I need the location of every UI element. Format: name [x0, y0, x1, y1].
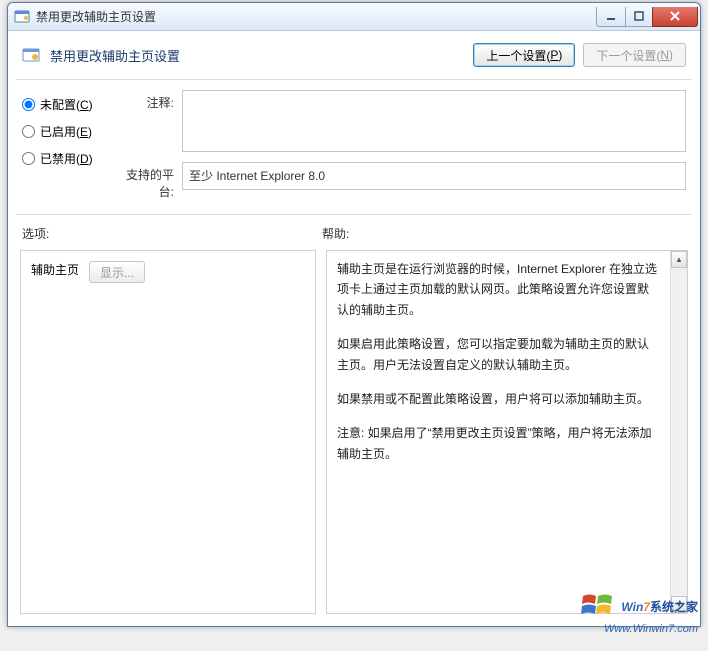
help-paragraph: 辅助主页是在运行浏览器的时候，Internet Explorer 在独立选项卡上…: [337, 259, 660, 320]
platform-value: 至少 Internet Explorer 8.0: [189, 169, 325, 183]
app-icon: [14, 9, 30, 25]
section-headers: 选项: 帮助:: [8, 219, 700, 246]
help-paragraph: 如果禁用或不配置此策略设置，用户将可以添加辅助主页。: [337, 389, 660, 409]
scroll-up-arrow[interactable]: ▲: [671, 251, 687, 268]
titlebar[interactable]: 禁用更改辅助主页设置: [8, 3, 700, 31]
header-row: 禁用更改辅助主页设置 上一个设置(P) 下一个设置(N): [8, 31, 700, 75]
supported-platform-field[interactable]: 至少 Internet Explorer 8.0: [182, 162, 686, 190]
minimize-icon: [606, 11, 616, 21]
scrollbar[interactable]: ▲ ▼: [670, 251, 687, 613]
options-label: 选项:: [22, 225, 322, 242]
divider: [16, 214, 692, 215]
window-title: 禁用更改辅助主页设置: [36, 8, 156, 25]
radio-not-configured[interactable]: 未配置(C): [22, 96, 112, 113]
help-label: 帮助:: [322, 225, 349, 242]
close-icon: [669, 10, 681, 22]
watermark-url: Www.Winwin7.com: [581, 623, 698, 635]
config-section: 未配置(C) 已启用(E) 已禁用(D) 注释: 支持的平台:: [8, 84, 700, 210]
radio-enabled[interactable]: 已启用(E): [22, 123, 112, 140]
page-title: 禁用更改辅助主页设置: [50, 46, 180, 65]
scroll-track[interactable]: [671, 268, 687, 596]
divider: [16, 79, 692, 80]
lower-panels: 辅助主页 显示... 辅助主页是在运行浏览器的时候，Internet Explo…: [8, 246, 700, 626]
window-controls: [597, 7, 698, 27]
dialog-content: 禁用更改辅助主页设置 上一个设置(P) 下一个设置(N) 未配置(C) 已启: [8, 31, 700, 626]
radio-disabled[interactable]: 已禁用(D): [22, 150, 112, 167]
radio-disabled-input[interactable]: [22, 152, 35, 165]
maximize-button[interactable]: [625, 7, 653, 27]
dialog-window: 禁用更改辅助主页设置 禁用更改辅助主页设置 上一个设置(P): [7, 2, 701, 627]
help-paragraph: 如果启用此策略设置，您可以指定要加载为辅助主页的默认主页。用户无法设置自定义的默…: [337, 334, 660, 375]
next-setting-button[interactable]: 下一个设置(N): [583, 43, 686, 67]
minimize-button[interactable]: [596, 7, 626, 27]
windows-flag-icon: [581, 592, 615, 621]
help-panel: 辅助主页是在运行浏览器的时候，Internet Explorer 在独立选项卡上…: [326, 250, 688, 614]
option-secondary-home-label: 辅助主页: [31, 261, 79, 278]
radio-enabled-input[interactable]: [22, 125, 35, 138]
previous-setting-button[interactable]: 上一个设置(P): [473, 43, 575, 67]
platform-label: 支持的平台:: [112, 162, 174, 200]
options-panel: 辅助主页 显示...: [20, 250, 316, 614]
show-button[interactable]: 显示...: [89, 261, 145, 283]
watermark: Win7系统之家 Www.Winwin7.com: [581, 592, 698, 635]
help-text[interactable]: 辅助主页是在运行浏览器的时候，Internet Explorer 在独立选项卡上…: [327, 251, 670, 613]
radio-not-configured-input[interactable]: [22, 98, 35, 111]
comment-label: 注释:: [112, 90, 174, 111]
maximize-icon: [634, 11, 644, 21]
comment-textarea[interactable]: [182, 90, 686, 152]
state-radio-group: 未配置(C) 已启用(E) 已禁用(D): [22, 90, 112, 200]
close-button[interactable]: [652, 7, 698, 27]
help-paragraph: 注意: 如果启用了“禁用更改主页设置”策略，用户将无法添加辅助主页。: [337, 423, 660, 464]
policy-icon: [22, 46, 40, 64]
